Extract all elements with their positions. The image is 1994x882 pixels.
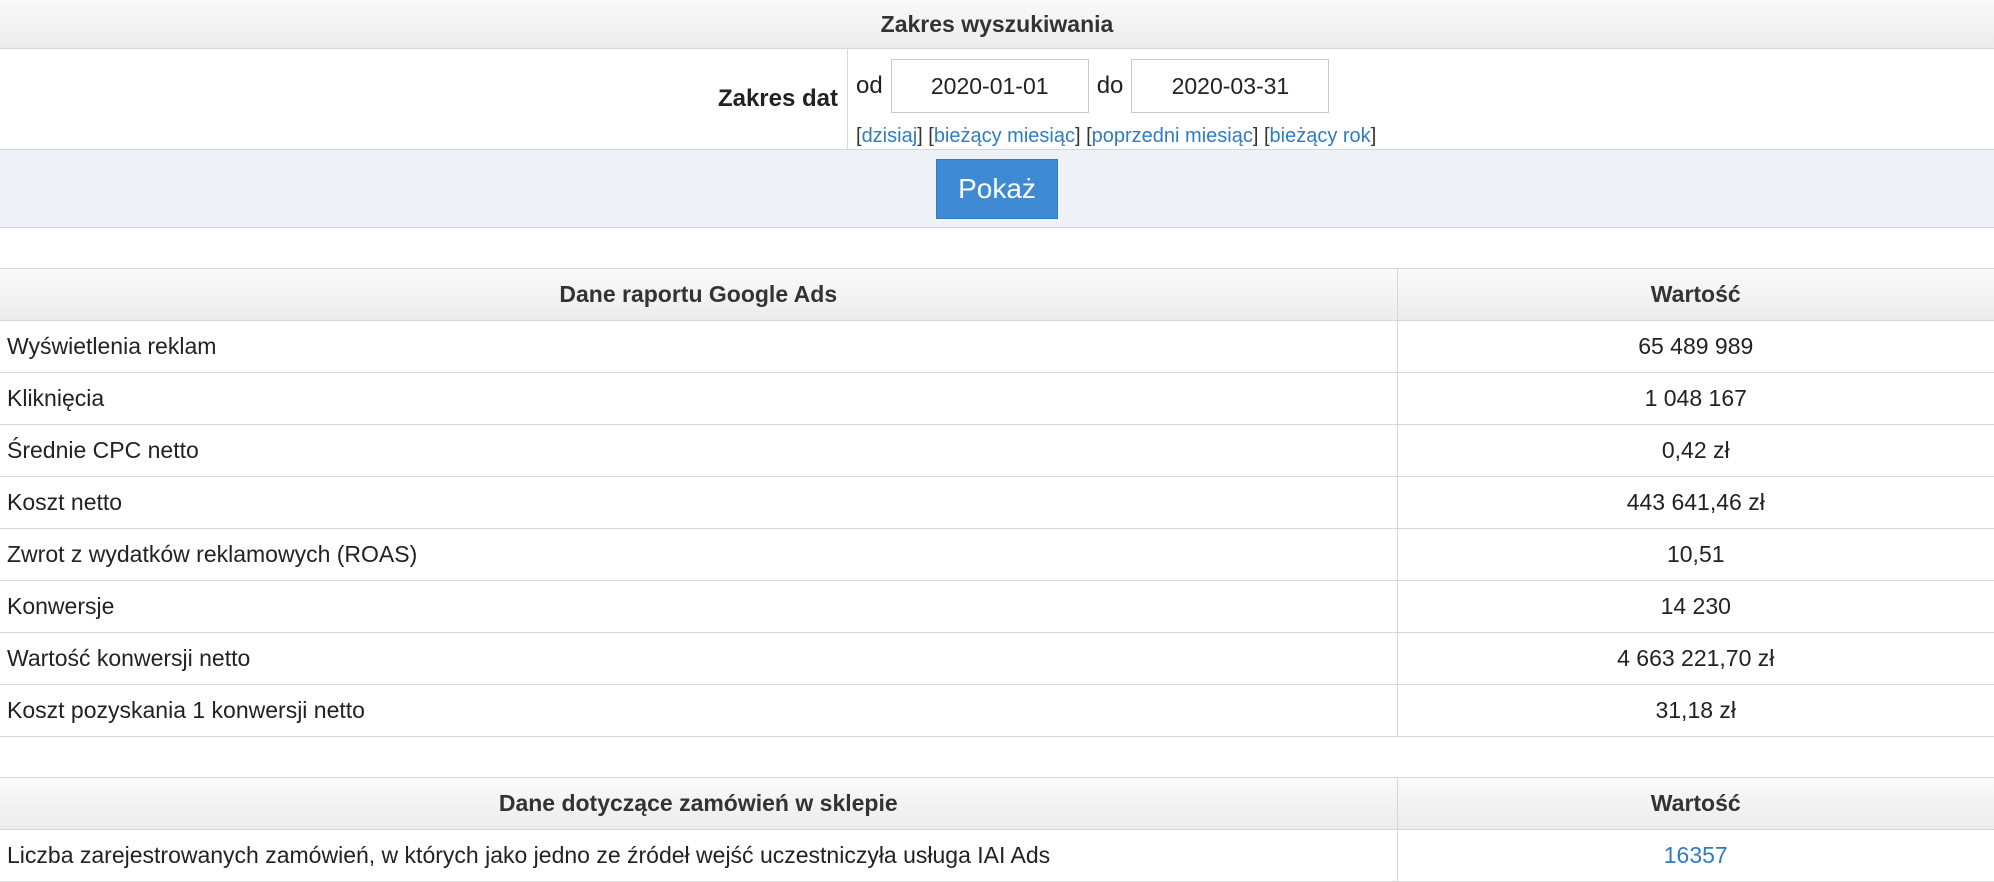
show-button[interactable]: Pokaż xyxy=(936,158,1058,219)
search-range-header: Zakres wyszukiwania xyxy=(0,0,1994,49)
row-label: Wyświetlenia reklam xyxy=(0,320,1397,373)
show-button-row: Pokaż xyxy=(0,150,1994,228)
column-header-name: Dane dotyczące zamówień w sklepie xyxy=(0,778,1397,830)
shop-orders-table: Dane dotyczące zamówień w sklepie Wartoś… xyxy=(0,778,1994,882)
to-label: do xyxy=(1096,72,1124,99)
row-label: Koszt pozyskania 1 konwersji netto xyxy=(0,684,1397,737)
date-from-input[interactable] xyxy=(890,59,1089,113)
row-value: 0,42 zł xyxy=(1396,424,1994,477)
table-header-row: Dane raportu Google Ads Wartość xyxy=(0,269,1994,321)
row-label: Wartość konwersji netto xyxy=(0,632,1397,685)
row-value: 1 048 167 xyxy=(1396,372,1994,425)
table-row: Koszt netto 443 641,46 zł xyxy=(0,476,1994,529)
link-current-month[interactable]: bieżący miesiąc xyxy=(934,125,1075,147)
quick-date-links: [dzisiaj] [bieżący miesiąc] [poprzedni m… xyxy=(856,125,1377,147)
row-value: 31,18 zł xyxy=(1396,684,1994,737)
date-range-label: Zakres dat xyxy=(0,49,848,149)
section-spacer xyxy=(0,737,1994,778)
row-label: Średnie CPC netto xyxy=(0,424,1397,477)
row-value-cell: 16357 xyxy=(1396,829,1994,882)
row-label: Koszt netto xyxy=(0,476,1397,529)
row-value: 65 489 989 xyxy=(1396,320,1994,373)
table-row: Koszt pozyskania 1 konwersji netto 31,18… xyxy=(0,684,1994,737)
column-header-value: Wartość xyxy=(1396,269,1994,321)
row-label: Zwrot z wydatków reklamowych (ROAS) xyxy=(0,528,1397,581)
row-value: 10,51 xyxy=(1396,528,1994,581)
table-row: Wartość konwersji netto 4 663 221,70 zł xyxy=(0,632,1994,685)
table-row: Średnie CPC netto 0,42 zł xyxy=(0,424,1994,477)
link-current-year[interactable]: bieżący rok xyxy=(1270,125,1371,147)
from-label: od xyxy=(856,72,883,99)
row-label: Konwersje xyxy=(0,580,1397,633)
section-spacer xyxy=(0,228,1994,269)
table-header-row: Dane dotyczące zamówień w sklepie Wartoś… xyxy=(0,778,1994,830)
table-row: Kliknięcia 1 048 167 xyxy=(0,372,1994,425)
row-value: 14 230 xyxy=(1396,580,1994,633)
link-previous-month[interactable]: poprzedni miesiąc xyxy=(1092,125,1253,147)
date-range-row: Zakres dat od do [dzisiaj] [bieżący mies… xyxy=(0,49,1994,150)
row-label: Liczba zarejestrowanych zamówień, w któr… xyxy=(0,829,1397,882)
row-label: Kliknięcia xyxy=(0,372,1397,425)
row-value: 4 663 221,70 zł xyxy=(1396,632,1994,685)
date-range-fields: od do [dzisiaj] [bieżący miesiąc] [poprz… xyxy=(848,49,1376,149)
orders-count-link[interactable]: 16357 xyxy=(1664,842,1728,868)
table-row: Wyświetlenia reklam 65 489 989 xyxy=(0,320,1994,373)
column-header-name: Dane raportu Google Ads xyxy=(0,269,1397,321)
date-to-input[interactable] xyxy=(1131,59,1330,113)
table-row: Liczba zarejestrowanych zamówień, w któr… xyxy=(0,829,1994,882)
table-row: Zwrot z wydatków reklamowych (ROAS) 10,5… xyxy=(0,528,1994,581)
link-today[interactable]: dzisiaj xyxy=(862,125,918,147)
row-value: 443 641,46 zł xyxy=(1396,476,1994,529)
google-ads-table: Dane raportu Google Ads Wartość Wyświetl… xyxy=(0,269,1994,737)
table-row: Konwersje 14 230 xyxy=(0,580,1994,633)
column-header-value: Wartość xyxy=(1396,778,1994,830)
